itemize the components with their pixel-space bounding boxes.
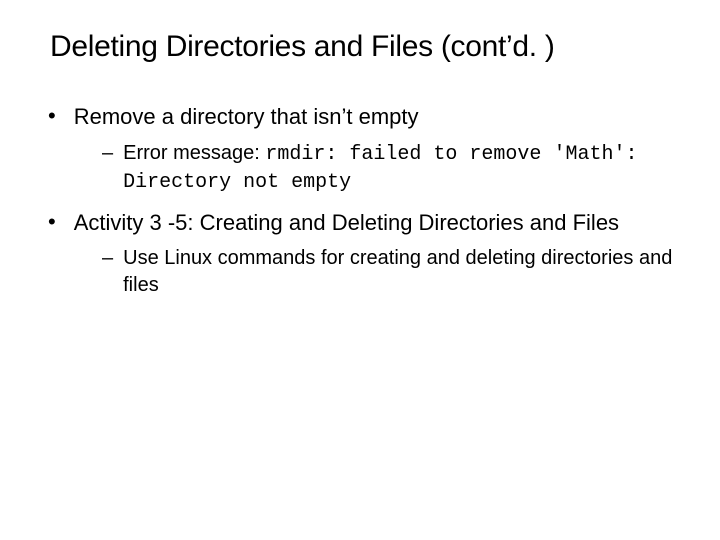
bullet-marker: • (48, 208, 56, 238)
bullet-text: Activity 3 -5: Creating and Deleting Dir… (74, 208, 680, 238)
list-item: • Activity 3 -5: Creating and Deleting D… (40, 208, 680, 238)
list-item: – Error message: rmdir: failed to remove… (102, 140, 680, 196)
slide-title: Deleting Directories and Files (cont’d. … (50, 30, 680, 64)
sub-prefix: Error message: (123, 142, 265, 164)
dash-marker: – (102, 245, 113, 300)
bullet-marker: • (48, 102, 56, 132)
sub-text: Error message: rmdir: failed to remove '… (123, 140, 680, 196)
sub-list: – Use Linux commands for creating and de… (102, 245, 680, 300)
sub-text: Use Linux commands for creating and dele… (123, 245, 680, 300)
dash-marker: – (102, 140, 113, 196)
list-item: – Use Linux commands for creating and de… (102, 245, 680, 300)
list-item: • Remove a directory that isn’t empty (40, 102, 680, 132)
bullet-list: • Remove a directory that isn’t empty – … (40, 102, 680, 300)
bullet-text: Remove a directory that isn’t empty (74, 102, 680, 132)
sub-list: – Error message: rmdir: failed to remove… (102, 140, 680, 196)
sub-prefix: Use Linux commands for creating and dele… (123, 247, 672, 296)
